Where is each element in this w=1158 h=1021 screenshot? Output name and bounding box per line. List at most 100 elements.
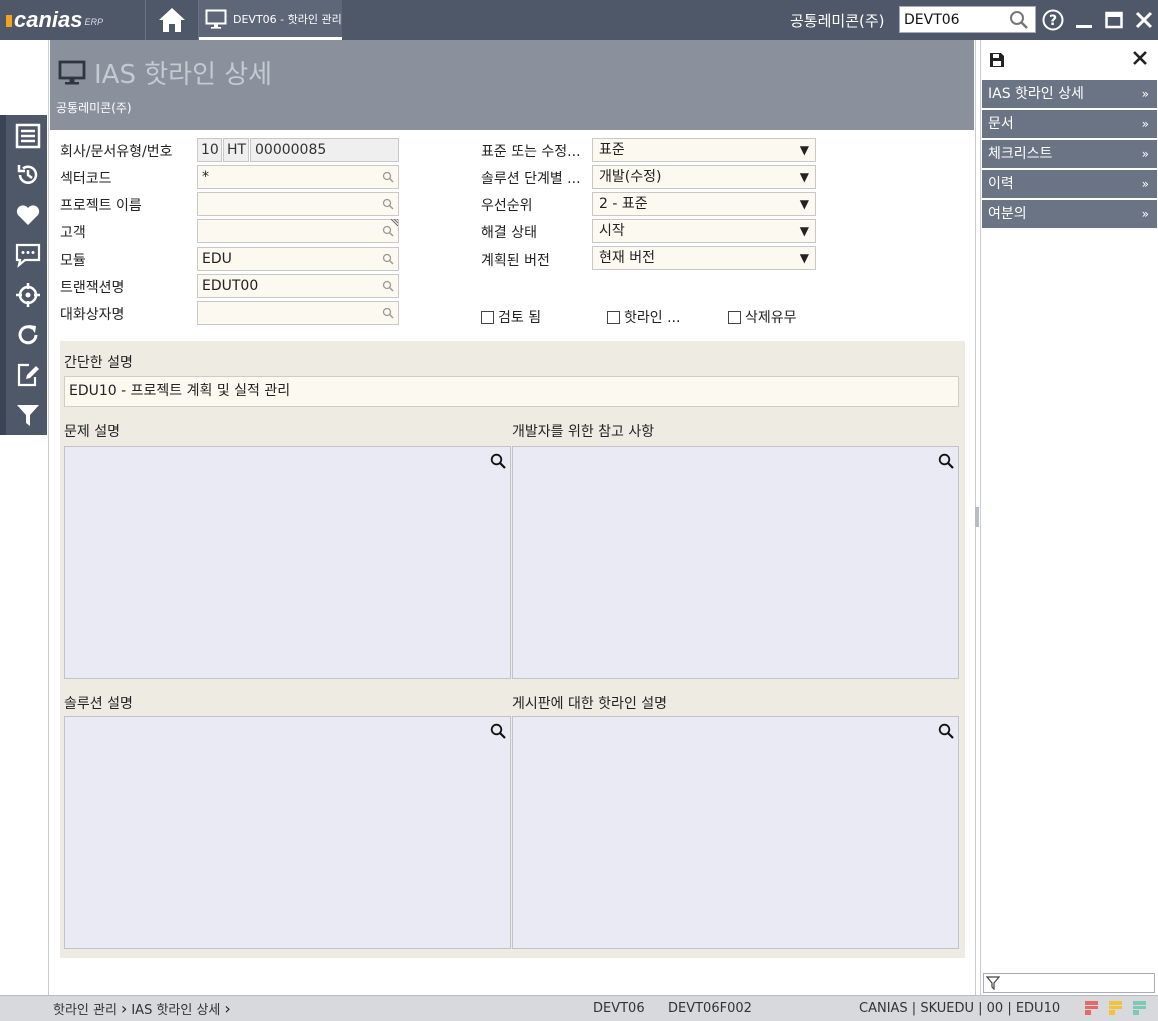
refresh-icon xyxy=(18,325,38,345)
right-panel: IAS 핫라인 상세 » 문서 » 체크리스트 » 이력 » 여분의 » xyxy=(980,40,1158,995)
target-button[interactable] xyxy=(12,279,44,311)
developer-notes-textarea[interactable] xyxy=(512,446,959,679)
magnifier-icon[interactable] xyxy=(490,453,506,469)
status-bar: 핫라인 관리 › IAS 핫라인 상세 › DEVT06 DEVT06F002 … xyxy=(0,995,1158,1021)
breadcrumb-item[interactable]: IAS 핫라인 상세 xyxy=(131,999,220,1018)
planned-version-value: 현재 버전 xyxy=(599,250,655,266)
deleted-checkbox[interactable]: 삭제유무 xyxy=(728,307,797,327)
dropdown-arrow-icon: ▼ xyxy=(799,197,809,211)
top-bar: caniasERP DEVT06 - 핫라인 관리 공통레미콘(주) ? xyxy=(0,0,1158,40)
favorites-button[interactable] xyxy=(12,199,44,231)
filter-icon xyxy=(986,976,1000,990)
save-icon[interactable] xyxy=(989,52,1005,68)
double-chevron-down-icon: » xyxy=(1141,87,1149,101)
dialog-field[interactable] xyxy=(197,301,399,325)
resize-grip-icon[interactable] xyxy=(390,219,398,227)
dropdown-arrow-icon: ▼ xyxy=(799,251,809,265)
hotline-checkbox-label: 핫라인 ... xyxy=(624,310,681,326)
planned-version-select[interactable]: 현재 버전 ▼ xyxy=(592,246,816,270)
priority-label: 우선순위 xyxy=(481,198,533,214)
home-button[interactable] xyxy=(146,0,198,40)
company-name[interactable]: 공통레미콘(주) xyxy=(790,10,885,31)
transaction-field[interactable]: EDUT00 xyxy=(197,274,399,298)
search-input[interactable] xyxy=(900,7,1004,32)
lookup-icon[interactable] xyxy=(382,280,394,292)
priority-value: 2 - 표준 xyxy=(599,196,648,212)
project-name-label: 프로젝트 이름 xyxy=(60,198,142,214)
edit-document-button[interactable] xyxy=(12,359,44,391)
yellow-note-icon[interactable] xyxy=(1109,1001,1122,1015)
lookup-icon[interactable] xyxy=(382,198,394,210)
search-box[interactable] xyxy=(899,6,1036,33)
checkbox-box[interactable] xyxy=(481,310,494,324)
description-panel: 간단한 설명 EDU10 - 프로젝트 계획 및 실적 관리 문제 설명 개발자… xyxy=(60,341,965,958)
logo-mark xyxy=(6,15,12,28)
standard-or-modified-select[interactable]: 표준 ▼ xyxy=(592,138,816,162)
list-button[interactable] xyxy=(12,120,44,152)
panel-item-label: 이력 xyxy=(988,176,1014,192)
help-button[interactable]: ? xyxy=(1041,8,1065,32)
edit-document-icon xyxy=(17,363,39,387)
teal-note-icon[interactable] xyxy=(1133,1001,1146,1015)
checkbox-box[interactable] xyxy=(607,310,620,324)
module-field[interactable]: EDU xyxy=(197,247,399,271)
hotline-checkbox[interactable]: 핫라인 ... xyxy=(607,307,680,327)
comments-button[interactable] xyxy=(12,239,44,271)
maximize-button[interactable] xyxy=(1102,8,1126,32)
breadcrumb-item[interactable]: 핫라인 관리 xyxy=(53,999,117,1018)
panel-item-label: 여분의 xyxy=(988,206,1027,222)
board-description-textarea[interactable] xyxy=(512,716,959,949)
panel-item-history[interactable]: 이력 » xyxy=(982,170,1157,198)
panel-item-hotline-detail[interactable]: IAS 핫라인 상세 » xyxy=(982,80,1157,108)
magnifier-icon[interactable] xyxy=(938,453,954,469)
history-icon xyxy=(17,165,38,184)
panel-filter-input[interactable] xyxy=(983,973,1155,993)
resolution-status-select[interactable]: 시작 ▼ xyxy=(592,219,816,243)
history-button[interactable] xyxy=(12,159,44,191)
svg-text:?: ? xyxy=(1049,13,1057,29)
home-icon xyxy=(159,8,185,32)
lookup-icon[interactable] xyxy=(382,171,394,183)
close-window-button[interactable] xyxy=(1132,8,1156,32)
crosshair-icon xyxy=(16,283,40,307)
page-subtitle: 공통레미콘(주) xyxy=(56,101,132,115)
double-chevron-down-icon: » xyxy=(1141,117,1149,131)
solution-stage-select[interactable]: 개발(수정) ▼ xyxy=(592,165,816,189)
help-icon: ? xyxy=(1042,9,1064,31)
refresh-button[interactable] xyxy=(12,319,44,351)
splitter-handle[interactable] xyxy=(975,507,979,527)
canias-logo: canias ERP xyxy=(6,6,142,34)
transaction-label: 트랜잭션명 xyxy=(60,280,125,296)
doc-type-field[interactable]: HT xyxy=(223,138,249,162)
panel-item-checklist[interactable]: 체크리스트 » xyxy=(982,140,1157,168)
company-field[interactable]: 10 xyxy=(197,138,222,162)
priority-select[interactable]: 2 - 표준 ▼ xyxy=(592,192,816,216)
reviewed-checkbox[interactable]: 검토 됨 xyxy=(481,307,541,327)
minimize-button[interactable] xyxy=(1072,8,1096,32)
short-description-field[interactable]: EDU10 - 프로젝트 계획 및 실적 관리 xyxy=(64,376,959,407)
sector-code-field[interactable]: * xyxy=(197,165,399,189)
resolution-status-value: 시작 xyxy=(599,223,625,239)
chevron-right-icon: › xyxy=(120,999,128,1018)
page-title: IAS 핫라인 상세 xyxy=(94,60,273,90)
project-name-field[interactable] xyxy=(197,192,399,216)
filter-button[interactable] xyxy=(12,399,44,431)
red-note-icon[interactable] xyxy=(1085,1001,1098,1015)
lookup-icon[interactable] xyxy=(382,307,394,319)
problem-description-textarea[interactable] xyxy=(64,446,511,679)
close-panel-icon[interactable] xyxy=(1132,50,1148,66)
search-icon[interactable] xyxy=(1009,10,1029,30)
dropdown-arrow-icon: ▼ xyxy=(799,143,809,157)
magnifier-icon[interactable] xyxy=(490,723,506,739)
solution-description-textarea[interactable] xyxy=(64,716,511,949)
tab-hotline-management[interactable]: DEVT06 - 핫라인 관리 xyxy=(199,0,342,40)
doc-number-field[interactable]: 00000085 xyxy=(250,138,399,162)
panel-item-extra[interactable]: 여분의 » xyxy=(982,200,1157,228)
lookup-icon[interactable] xyxy=(382,253,394,265)
customer-field[interactable] xyxy=(197,219,399,243)
panel-item-documents[interactable]: 문서 » xyxy=(982,110,1157,138)
double-chevron-down-icon: » xyxy=(1141,207,1149,221)
module-label: 모듈 xyxy=(60,253,86,269)
checkbox-box[interactable] xyxy=(728,310,741,324)
magnifier-icon[interactable] xyxy=(938,723,954,739)
